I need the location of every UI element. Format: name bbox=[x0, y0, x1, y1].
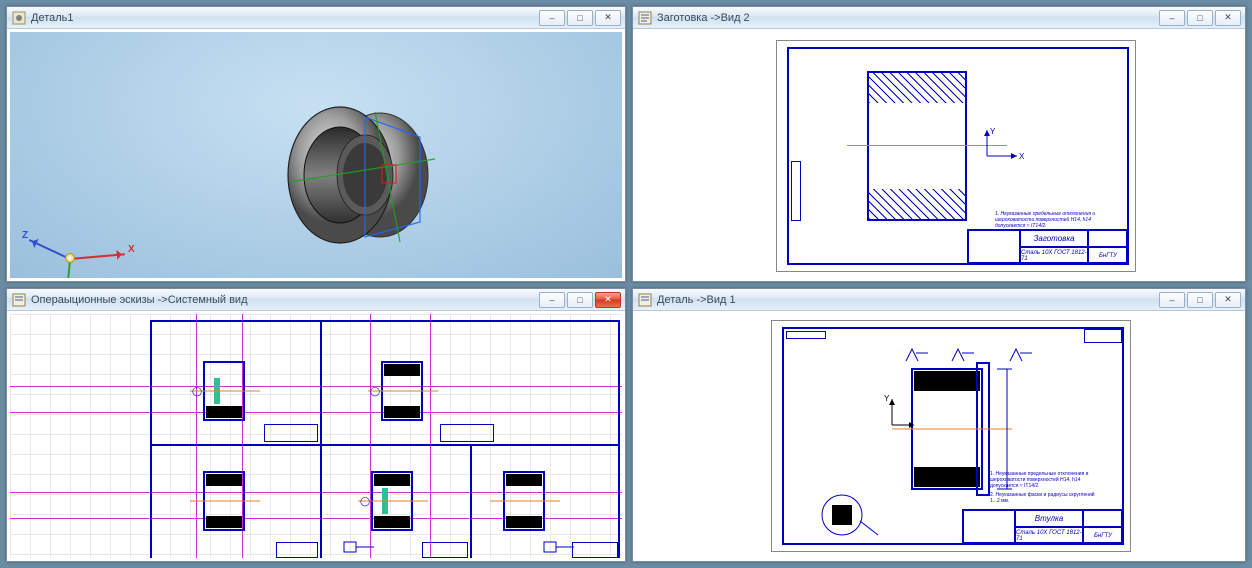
maximize-button[interactable]: □ bbox=[567, 10, 593, 26]
doc-2d-icon bbox=[637, 292, 653, 308]
maximize-button[interactable]: □ bbox=[1187, 10, 1213, 26]
maximize-button[interactable]: □ bbox=[1187, 292, 1213, 308]
maximize-button[interactable]: □ bbox=[567, 292, 593, 308]
drawing-axis-icon: X Y bbox=[977, 126, 1027, 176]
window-detail-view1[interactable]: Деталь ->Вид 1 – □ ✕ bbox=[632, 288, 1246, 562]
titlebar[interactable]: Заготовка ->Вид 2 – □ ✕ bbox=[633, 7, 1245, 29]
doc-3d-icon bbox=[11, 10, 27, 26]
axis-y-label: Y bbox=[990, 127, 996, 136]
detail-view-a bbox=[812, 491, 882, 546]
tool-symbol bbox=[340, 534, 380, 558]
axis-x-label: X bbox=[128, 244, 135, 255]
axis-x-label: X bbox=[1019, 152, 1025, 161]
window-title: Деталь ->Вид 1 bbox=[657, 294, 1159, 306]
minimize-button[interactable]: – bbox=[539, 292, 565, 308]
op-sketch-1: ◯ bbox=[190, 354, 270, 437]
title-block: Заготовка Сталь 10Х ГОСТ 1812-71 БнГТУ bbox=[967, 229, 1127, 263]
window-title: Операыционные эскизы ->Системный вид bbox=[31, 294, 539, 306]
close-button[interactable]: ✕ bbox=[595, 292, 621, 308]
minimize-button[interactable]: – bbox=[1159, 292, 1185, 308]
doc-2d-icon bbox=[11, 292, 27, 308]
drawing-canvas[interactable]: ◯ ◯ ◯ bbox=[10, 314, 622, 558]
title-block: Втулка Сталь 10Х ГОСТ 1812-71 БнГТУ bbox=[962, 509, 1122, 543]
drawing-axis-icon: Y bbox=[880, 391, 920, 441]
close-button[interactable]: ✕ bbox=[1215, 10, 1241, 26]
window-title: Заготовка ->Вид 2 bbox=[657, 12, 1159, 24]
drawing-note: 1. Неуказанные предельные отклонения и ш… bbox=[995, 211, 1105, 229]
minimize-button[interactable]: – bbox=[539, 10, 565, 26]
titlebar[interactable]: Деталь ->Вид 1 – □ ✕ bbox=[633, 289, 1245, 311]
svg-text:◯: ◯ bbox=[360, 496, 370, 507]
svg-text:Y: Y bbox=[884, 394, 890, 403]
window-zagotovka[interactable]: Заготовка ->Вид 2 – □ ✕ X Y bbox=[632, 6, 1246, 282]
viewport-3d[interactable]: X Y Z bbox=[10, 32, 622, 278]
close-button[interactable]: ✕ bbox=[595, 10, 621, 26]
op-sketch-3 bbox=[190, 464, 270, 547]
drawing-note: 1. Неуказанные предельные отклонения и ш… bbox=[990, 471, 1100, 504]
roughness-symbols bbox=[902, 347, 1042, 367]
drawing-canvas[interactable]: Y 1. Неуказанные предельные отклонения и… bbox=[636, 314, 1242, 558]
titlebar[interactable]: Операыционные эскизы ->Системный вид – □… bbox=[7, 289, 625, 311]
window-op-sketches[interactable]: Операыционные эскизы ->Системный вид – □… bbox=[6, 288, 626, 562]
axis-x bbox=[70, 253, 125, 260]
window-title: Деталь1 bbox=[31, 12, 539, 24]
axis-z-label: Z bbox=[22, 230, 28, 241]
axis-origin bbox=[65, 253, 75, 263]
minimize-button[interactable]: – bbox=[1159, 10, 1185, 26]
doc-2d-icon bbox=[637, 10, 653, 26]
close-button[interactable]: ✕ bbox=[1215, 292, 1241, 308]
part-3d-model[interactable] bbox=[270, 87, 430, 247]
svg-text:◯: ◯ bbox=[192, 386, 202, 397]
titlebar[interactable]: Деталь1 – □ ✕ bbox=[7, 7, 625, 29]
svg-text:◯: ◯ bbox=[370, 386, 380, 397]
window-detail1[interactable]: Деталь1 – □ ✕ bbox=[6, 6, 626, 282]
drawing-canvas[interactable]: X Y 1. Неуказанные предельные отклонения… bbox=[636, 32, 1242, 278]
hatch-bottom bbox=[869, 189, 965, 219]
hatch-top bbox=[869, 73, 965, 103]
op-sketch-2: ◯ bbox=[368, 354, 448, 437]
